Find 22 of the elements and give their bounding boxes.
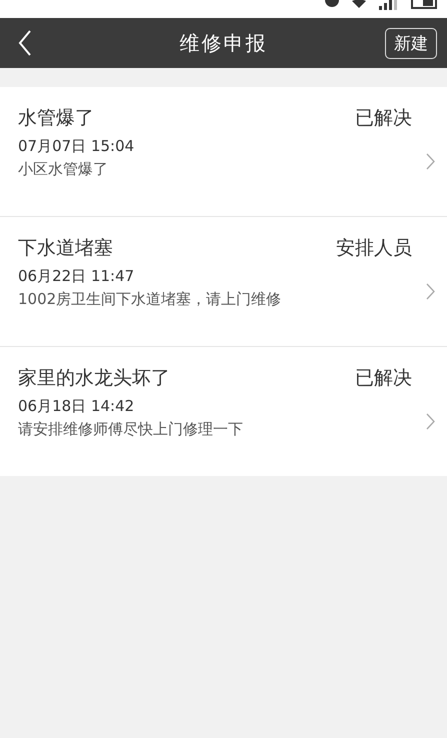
- request-title: 水管爆了: [18, 106, 94, 130]
- request-description: 小区水管爆了: [18, 160, 109, 178]
- request-status: 已解决: [355, 366, 412, 390]
- back-icon[interactable]: [18, 30, 32, 56]
- request-time: 07月07日 15:04: [18, 136, 136, 156]
- request-time: 06月18日 14:42: [18, 396, 136, 416]
- request-item[interactable]: 下水道堵塞 安排人员 06月22日 11:47 1002房卫生间下水道堵塞，请上门维修: [0, 217, 447, 347]
- request-item[interactable]: 水管爆了 已解决 07月07日 15:04 小区水管爆了: [0, 87, 447, 217]
- request-status: 安排人员: [336, 236, 412, 260]
- request-title: 家里的水龙头坏了: [18, 366, 170, 390]
- chevron-icon: [426, 413, 435, 430]
- request-title: 下水道堵塞: [18, 236, 113, 260]
- request-time: 06月22日 11:47: [18, 266, 136, 286]
- signal-icon: [379, 0, 399, 10]
- request-status: 已解决: [355, 106, 412, 130]
- chevron-icon: [426, 153, 435, 170]
- request-description: 请安排维修师傅尽快上门修理一下: [18, 420, 244, 438]
- request-item[interactable]: 家里的水龙头坏了 已解决 06月18日 14:42 请安排维修师傅尽快上门修理一下: [0, 347, 447, 476]
- new-button[interactable]: 新建: [385, 28, 437, 58]
- request-description: 1002房卫生间下水道堵塞，请上门维修: [18, 290, 282, 308]
- page-title: 维修申报: [180, 30, 268, 56]
- chevron-icon: [426, 283, 435, 300]
